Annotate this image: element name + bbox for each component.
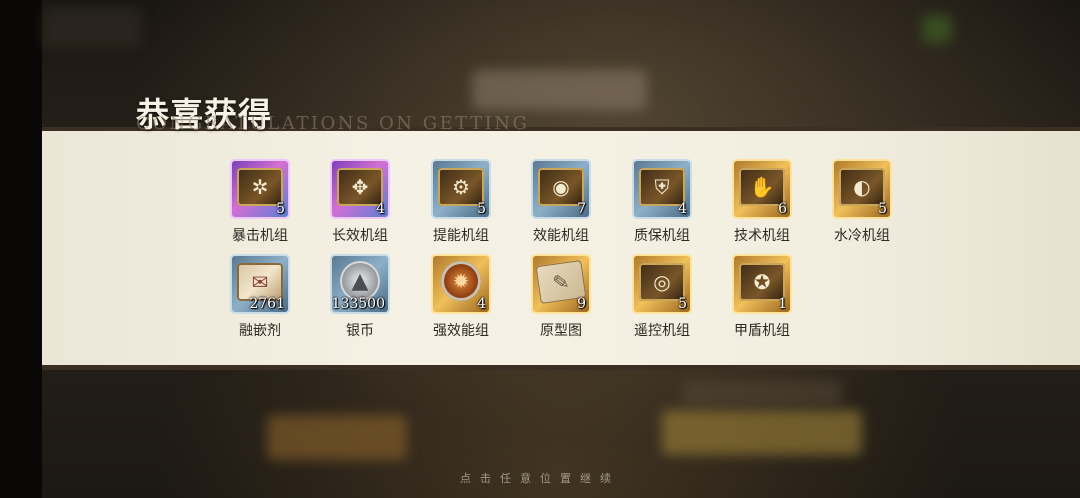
reward-item[interactable]: ✪ 1 甲盾机组 — [722, 254, 802, 346]
reward-name: 强效能组 — [433, 323, 489, 339]
blurred-status-icon — [922, 15, 952, 43]
reward-item[interactable]: ⛨ 4 质保机组 — [622, 159, 702, 251]
reward-item[interactable]: ▲ 133500 银币 — [320, 254, 400, 346]
reward-count: 5 — [477, 201, 486, 217]
reward-count: 5 — [276, 201, 285, 217]
reward-count: 9 — [577, 296, 586, 312]
reward-item[interactable]: ◎ 5 遥控机组 — [622, 254, 702, 346]
reward-count: 5 — [878, 201, 887, 217]
reward-item-frame[interactable]: ✪ 1 — [732, 254, 792, 314]
blurred-text-strip — [682, 380, 842, 406]
reward-item-frame[interactable]: ✋ 6 — [732, 159, 792, 219]
reward-count: 2761 — [249, 296, 285, 312]
reward-item-frame[interactable]: ⛨ 4 — [632, 159, 692, 219]
reward-item[interactable]: ✲ 5 暴击机组 — [220, 159, 300, 251]
reward-item-frame[interactable]: ◉ 7 — [531, 159, 591, 219]
reward-item-frame[interactable]: ⚙ 5 — [431, 159, 491, 219]
reward-name: 提能机组 — [433, 228, 489, 244]
reward-count: 6 — [778, 201, 787, 217]
reward-item-frame[interactable]: ◐ 5 — [832, 159, 892, 219]
reward-name: 长效机组 — [332, 228, 388, 244]
reward-count: 5 — [678, 296, 687, 312]
silver-coin-icon: ▲ — [340, 261, 380, 301]
reward-name: 效能机组 — [533, 228, 589, 244]
reward-item-frame[interactable]: ✎ 9 — [531, 254, 591, 314]
reward-count: 1 — [778, 296, 787, 312]
reward-item-frame[interactable]: ✉ 2761 — [230, 254, 290, 314]
reward-name: 水冷机组 — [834, 228, 890, 244]
reward-name: 银币 — [346, 323, 374, 339]
blurred-top-left-panel — [42, 8, 142, 48]
reward-count: 4 — [678, 201, 687, 217]
reward-count: 133500 — [331, 296, 385, 312]
reward-item[interactable]: ◐ 5 水冷机组 — [822, 159, 902, 251]
reward-item-frame[interactable]: ✥ 4 — [330, 159, 390, 219]
reward-item[interactable]: ✹ 4 强效能组 — [421, 254, 501, 346]
blurred-left-button — [267, 415, 407, 460]
reward-item-frame[interactable]: ✲ 5 — [230, 159, 290, 219]
reward-item-frame[interactable]: ▲ 133500 — [330, 254, 390, 314]
reward-subtitle: CONGRATULATIONS ON GETTING — [136, 113, 530, 134]
reward-name: 遥控机组 — [634, 323, 690, 339]
reward-item[interactable]: ⚙ 5 提能机组 — [421, 159, 501, 251]
reward-name: 融嵌剂 — [239, 323, 281, 339]
reward-item[interactable]: ✥ 4 长效机组 — [320, 159, 400, 251]
blurred-header-panel — [472, 70, 647, 110]
reward-name: 质保机组 — [634, 228, 690, 244]
blurred-right-button — [662, 410, 862, 455]
reward-item-frame[interactable]: ◎ 5 — [632, 254, 692, 314]
reward-name: 甲盾机组 — [734, 323, 790, 339]
reward-count: 7 — [577, 201, 586, 217]
reward-count: 4 — [376, 201, 385, 217]
reward-name: 暴击机组 — [232, 228, 288, 244]
reward-count: 4 — [477, 296, 486, 312]
reward-item-frame[interactable]: ✹ 4 — [431, 254, 491, 314]
reward-item[interactable]: ✉ 2761 融嵌剂 — [220, 254, 300, 346]
reward-name: 技术机组 — [734, 228, 790, 244]
reward-item[interactable]: ◉ 7 效能机组 — [521, 159, 601, 251]
strong-efficiency-gear-icon: ✹ — [441, 261, 481, 301]
reward-item[interactable]: ✋ 6 技术机组 — [722, 159, 802, 251]
tap-to-continue-hint[interactable]: 点击任意位置继续 — [0, 470, 1080, 486]
reward-item[interactable]: ✎ 9 原型图 — [521, 254, 601, 346]
reward-name: 原型图 — [540, 323, 582, 339]
